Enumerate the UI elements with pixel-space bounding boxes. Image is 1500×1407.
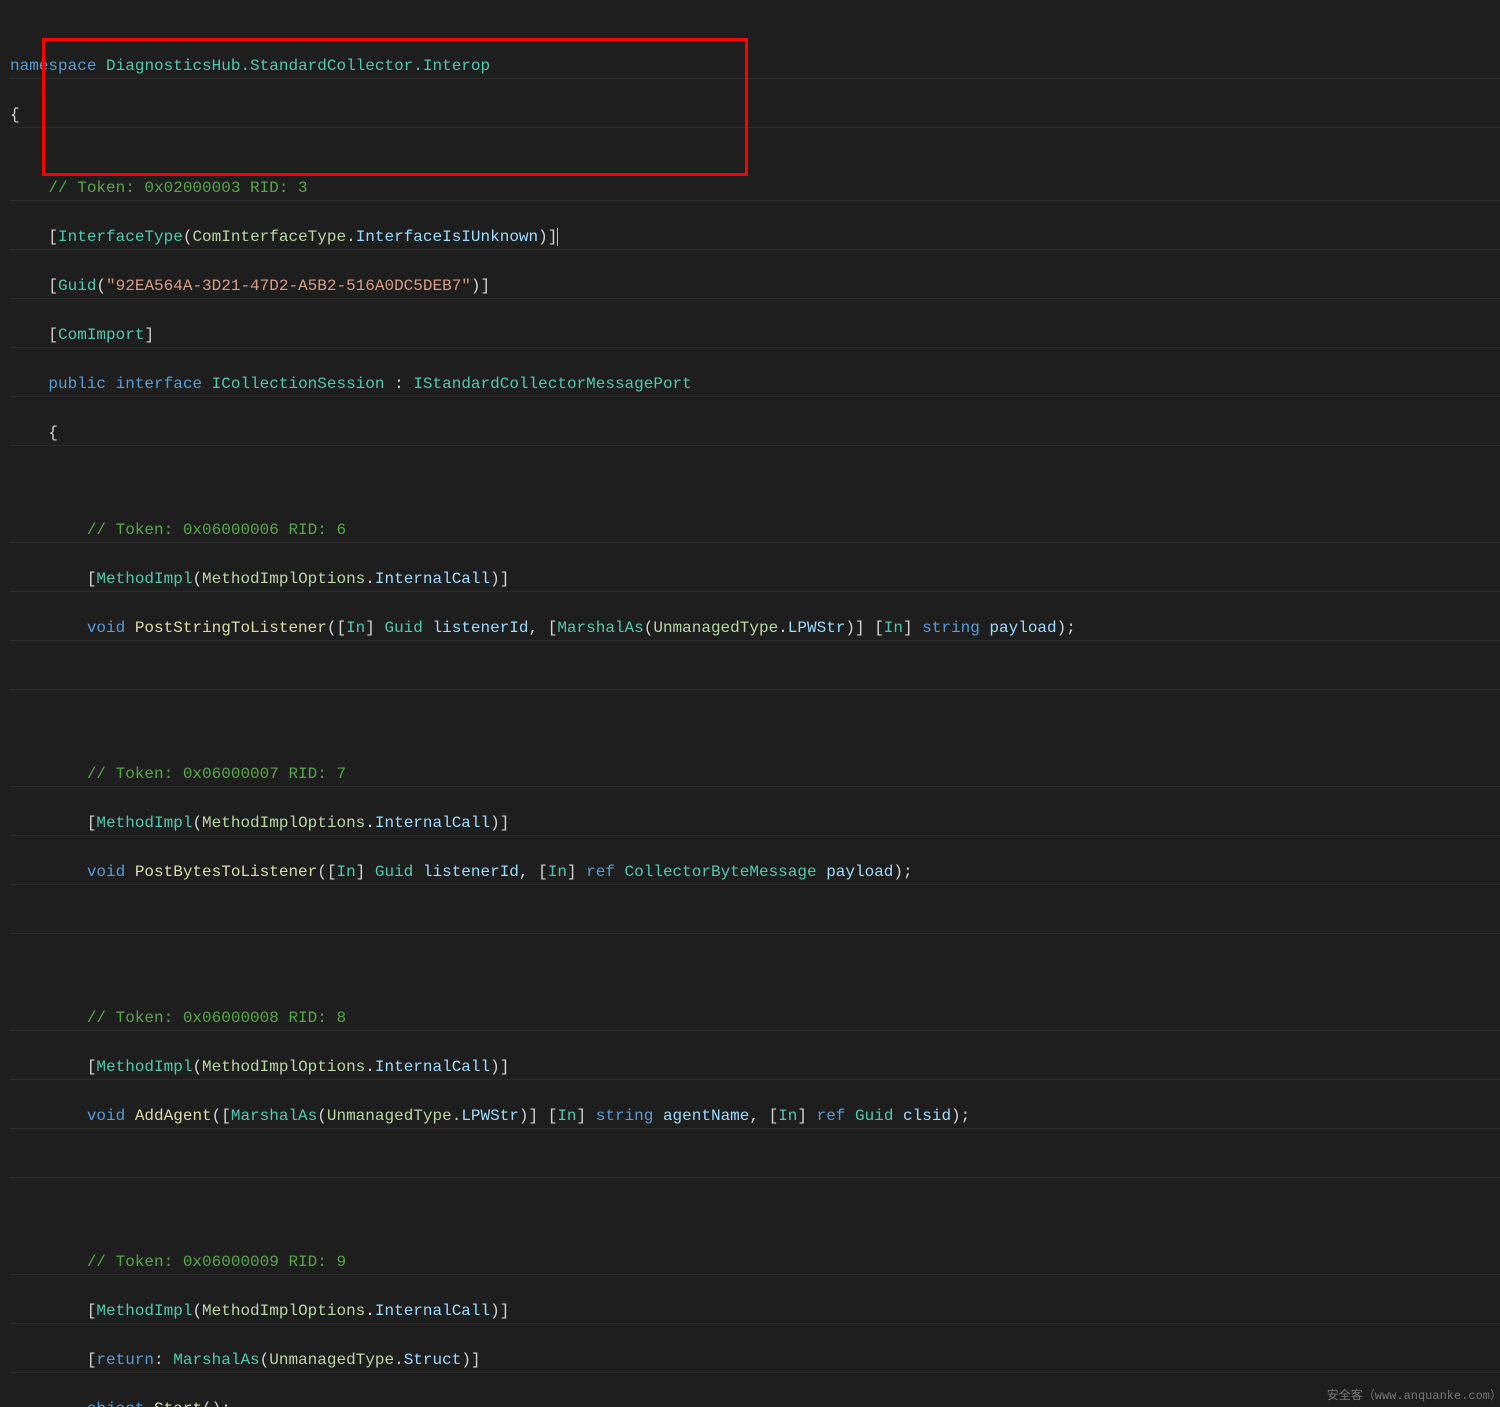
code-line: // Token: 0x06000007 RID: 7 (10, 762, 1500, 787)
code-line: // Token: 0x06000009 RID: 9 (10, 1250, 1500, 1275)
code-line: // Token: 0x06000008 RID: 8 (10, 1006, 1500, 1031)
attribute: InterfaceType (58, 228, 183, 246)
code-line: [MethodImpl(MethodImplOptions.InternalCa… (10, 811, 1500, 836)
enum-type: MethodImplOptions (202, 570, 365, 588)
keyword: ref (817, 1107, 846, 1125)
keyword: string (596, 1107, 654, 1125)
enum-type: MethodImplOptions (202, 814, 365, 832)
enum-member: InternalCall (375, 814, 490, 832)
base-interface: IStandardCollectorMessagePort (413, 375, 691, 393)
attribute: In (778, 1107, 797, 1125)
enum-member: Struct (404, 1351, 462, 1369)
interface-name: ICollectionSession (212, 375, 385, 393)
string-literal: "92EA564A-3D21-47D2-A5B2-516A0DC5DEB7" (106, 277, 471, 295)
keyword: object (87, 1400, 145, 1407)
code-line: [MethodImpl(MethodImplOptions.InternalCa… (10, 1299, 1500, 1324)
code-editor[interactable]: namespace DiagnosticsHub.StandardCollect… (0, 0, 1500, 1407)
type: CollectorByteMessage (625, 863, 817, 881)
enum-type: MethodImplOptions (202, 1302, 365, 1320)
code-line: [MethodImpl(MethodImplOptions.InternalCa… (10, 567, 1500, 592)
code-line: [MethodImpl(MethodImplOptions.InternalCa… (10, 1055, 1500, 1080)
attribute: In (557, 1107, 576, 1125)
namespace-name: DiagnosticsHub.StandardCollector.Interop (106, 57, 490, 75)
code-line: void PostStringToListener([In] Guid list… (10, 616, 1500, 641)
enum-type: ComInterfaceType (192, 228, 346, 246)
code-line: public interface ICollectionSession : IS… (10, 372, 1500, 397)
attribute: MarshalAs (231, 1107, 317, 1125)
keyword: void (87, 619, 125, 637)
comment: // Token: 0x02000003 RID: 3 (48, 179, 307, 197)
method-name: PostStringToListener (135, 619, 327, 637)
attribute: MethodImpl (96, 1058, 192, 1076)
code-line: // Token: 0x02000003 RID: 3 (10, 176, 1500, 201)
comment: // Token: 0x06000006 RID: 6 (87, 521, 346, 539)
parameter: payload (826, 863, 893, 881)
code-line: void AddAgent([MarshalAs(UnmanagedType.L… (10, 1104, 1500, 1129)
type: Guid (855, 1107, 893, 1125)
enum-type: MethodImplOptions (202, 1058, 365, 1076)
keyword: interface (116, 375, 202, 393)
code-line: [Guid("92EA564A-3D21-47D2-A5B2-516A0DC5D… (10, 274, 1500, 299)
enum-member: InternalCall (375, 1302, 490, 1320)
code-line: [InterfaceType(ComInterfaceType.Interfac… (10, 225, 1500, 250)
parameter: listenerId (423, 863, 519, 881)
attribute: MarshalAs (173, 1351, 259, 1369)
enum-member: LPWStr (788, 619, 846, 637)
enum-member: InterfaceIsIUnknown (356, 228, 538, 246)
code-line: [ComImport] (10, 323, 1500, 348)
blank-line (10, 909, 1500, 934)
comment: // Token: 0x06000007 RID: 7 (87, 765, 346, 783)
blank-line (10, 1153, 1500, 1178)
code-line: [return: MarshalAs(UnmanagedType.Struct)… (10, 1348, 1500, 1373)
enum-member: InternalCall (375, 1058, 490, 1076)
attribute: Guid (58, 277, 96, 295)
type: Guid (375, 863, 413, 881)
code-line: { (10, 103, 1500, 128)
parameter: payload (989, 619, 1056, 637)
method-name: Start (154, 1400, 202, 1407)
parameter: listenerId (432, 619, 528, 637)
comment: // Token: 0x06000008 RID: 8 (87, 1009, 346, 1027)
code-line: void PostBytesToListener([In] Guid liste… (10, 860, 1500, 885)
keyword: return (96, 1351, 154, 1369)
attribute: MethodImpl (96, 570, 192, 588)
attribute: In (884, 619, 903, 637)
keyword: void (87, 1107, 125, 1125)
code-line: object Start(); (10, 1397, 1500, 1407)
attribute: MarshalAs (557, 619, 643, 637)
blank-line (10, 665, 1500, 690)
code-line: namespace DiagnosticsHub.StandardCollect… (10, 54, 1500, 79)
attribute: ComImport (58, 326, 144, 344)
enum-type: UnmanagedType (653, 619, 778, 637)
code-line: // Token: 0x06000006 RID: 6 (10, 518, 1500, 543)
attribute: MethodImpl (96, 1302, 192, 1320)
attribute: In (346, 619, 365, 637)
enum-type: UnmanagedType (269, 1351, 394, 1369)
keyword: public (48, 375, 106, 393)
keyword: void (87, 863, 125, 881)
method-name: AddAgent (135, 1107, 212, 1125)
watermark: 安全客（www.anquanke.com） (1327, 1387, 1500, 1405)
comment: // Token: 0x06000009 RID: 9 (87, 1253, 346, 1271)
parameter: clsid (903, 1107, 951, 1125)
type: Guid (384, 619, 422, 637)
code-line: { (10, 421, 1500, 446)
method-name: PostBytesToListener (135, 863, 317, 881)
parameter: agentName (663, 1107, 749, 1125)
attribute: In (336, 863, 355, 881)
enum-member: InternalCall (375, 570, 490, 588)
keyword: string (922, 619, 980, 637)
keyword: namespace (10, 57, 96, 75)
text-cursor (557, 228, 558, 246)
attribute: MethodImpl (96, 814, 192, 832)
attribute: In (548, 863, 567, 881)
enum-type: UnmanagedType (327, 1107, 452, 1125)
keyword: ref (586, 863, 615, 881)
enum-member: LPWStr (461, 1107, 519, 1125)
